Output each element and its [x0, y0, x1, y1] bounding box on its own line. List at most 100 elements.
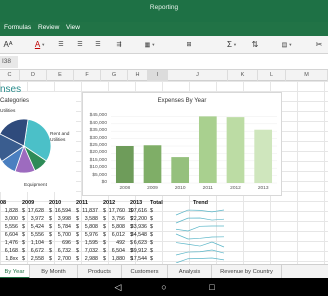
column-header-l[interactable]: L	[258, 70, 286, 81]
menu-view[interactable]: View	[66, 24, 80, 31]
trend-sparklines	[175, 209, 225, 263]
font-size-icon[interactable]: Aᴬ	[2, 39, 14, 51]
tab-by-month[interactable]: By Month	[30, 265, 78, 279]
column-header-m[interactable]: M	[286, 70, 328, 81]
table-header-2010: 2010	[49, 200, 62, 206]
column-headers: C D E F G H I J K L M	[0, 70, 328, 81]
table-cell[interactable]: 2,558	[31, 255, 44, 264]
table-header-2013: 2013	[130, 200, 143, 206]
insert-cells-icon[interactable]: ▤▼	[280, 39, 294, 51]
pie-chart[interactable]: Categories Utilities Rent and Utilities …	[0, 92, 76, 192]
pie-chart-plot	[0, 118, 52, 174]
cut-icon[interactable]: ✂	[312, 39, 326, 51]
sparkline	[175, 225, 224, 232]
number-format-icon[interactable]: ▦▼	[142, 39, 158, 51]
font-color-icon[interactable]: A▼	[32, 39, 48, 51]
menu-review[interactable]: Review	[38, 24, 59, 31]
pie-label-rent-utilities: Rent and Utilities	[50, 132, 70, 143]
x-tick-label: 2009	[147, 186, 158, 191]
wrap-text-icon[interactable]: ⇶	[112, 39, 126, 51]
name-box[interactable]: I38	[0, 56, 18, 68]
android-nav-bar: ◁ ○ □	[0, 278, 328, 296]
sort-icon[interactable]: ⇅	[248, 39, 262, 51]
table-cell[interactable]: 17,544	[131, 255, 147, 264]
x-tick-label: 2012	[230, 186, 241, 191]
bar-2012	[226, 117, 245, 183]
pie-chart-title: Categories	[0, 98, 30, 104]
x-tick-label: 2011	[202, 186, 213, 191]
column-header-g[interactable]: G	[101, 70, 128, 81]
window-title: Reporting	[149, 4, 179, 11]
column-header-k[interactable]: K	[228, 70, 258, 81]
currency-symbol: $	[76, 256, 79, 262]
y-tick-label: $25,000	[89, 143, 107, 148]
currency-symbol: $	[103, 256, 106, 262]
column-header-f[interactable]: F	[74, 70, 101, 81]
bar-2008	[115, 146, 134, 183]
column-header-e[interactable]: E	[47, 70, 74, 81]
back-icon[interactable]: ◁	[110, 281, 126, 293]
table-row: 1,8xx 2,558 2,700 2,988 1,880 17,544 $ $ $ $ $ $	[0, 255, 328, 264]
table-header-2011: 2011	[76, 200, 88, 206]
formula-bar: I38	[0, 54, 328, 70]
tab-products[interactable]: Products	[78, 265, 122, 279]
column-header-i[interactable]: I	[148, 70, 168, 81]
bar-2009	[143, 145, 162, 183]
currency-symbol: $	[130, 256, 133, 262]
borders-icon[interactable]: ⊞	[182, 39, 196, 51]
x-tick-label: 2008	[119, 186, 131, 191]
y-tick-label: $10,000	[89, 165, 107, 171]
menu-formulas[interactable]: Formulas	[4, 24, 31, 31]
menu-bar: Formulas Review View	[0, 22, 328, 36]
sparkline	[175, 209, 225, 216]
pie-label-equipment: Equipment	[24, 183, 47, 188]
autosum-icon[interactable]: Σ▼	[224, 39, 240, 51]
currency-symbol: $	[49, 256, 52, 262]
column-header-c[interactable]: C	[0, 70, 20, 81]
y-tick-label: $45,000	[89, 113, 107, 119]
table-header-2008: 08	[0, 200, 7, 206]
table-cell[interactable]: 2,988	[85, 255, 98, 264]
recents-icon[interactable]: □	[204, 281, 220, 293]
sheet-tabs: By Year By Month Products Customers Anal…	[0, 264, 328, 279]
align-center-icon[interactable]: ☰	[74, 39, 86, 51]
pie-label-utilities: Utilities	[0, 109, 16, 114]
bar-chart-plot	[111, 116, 277, 184]
table-header-2009: 2009	[22, 200, 35, 206]
table-header-2012: 2012	[103, 200, 116, 206]
sparkline	[175, 233, 225, 240]
tab-revenue-by-country[interactable]: Revenue by Country	[212, 265, 282, 279]
tab-by-year[interactable]: By Year	[0, 265, 30, 279]
y-tick-label: $15,000	[89, 157, 107, 163]
title-bar: Reporting	[0, 0, 328, 22]
table-header-total: Total	[150, 200, 163, 206]
bar-2011	[198, 116, 217, 183]
y-tick-label: $5,000	[92, 172, 107, 178]
column-header-h[interactable]: H	[128, 70, 148, 81]
x-tick-label: 2010	[174, 186, 186, 191]
y-tick-label: $20,000	[89, 150, 107, 156]
tab-customers[interactable]: Customers	[122, 265, 168, 279]
excel-window: Reporting Formulas Review View Aᴬ A▼ ☰ ☰…	[0, 0, 328, 296]
table-cell[interactable]: 1,880	[112, 255, 125, 264]
column-header-j[interactable]: J	[168, 70, 228, 81]
currency-symbol: $	[22, 256, 25, 262]
y-tick-label: $30,000	[89, 135, 107, 141]
align-left-icon[interactable]: ☰	[56, 39, 66, 51]
bar-2013	[254, 129, 273, 183]
bar-chart[interactable]: Expenses By Year $0 $5,000 $10,000 $15,000 $…	[82, 92, 282, 196]
x-tick-label: 2013	[257, 186, 269, 191]
table-cell[interactable]: 2,700	[58, 255, 71, 264]
tab-analysis[interactable]: Analysis	[168, 265, 212, 279]
table-cell[interactable]: 1,8xx	[5, 255, 18, 264]
ribbon-toolbar: Aᴬ A▼ ☰ ☰ ☰ ⇶ ▦▼ ⊞ Σ▼ ⇅ ▤▼ ✂	[0, 36, 328, 54]
y-tick-label: $0	[101, 180, 107, 185]
sparkline	[175, 241, 225, 248]
currency-symbol: $	[150, 256, 153, 262]
table-header-trend: Trend	[193, 200, 208, 206]
home-icon[interactable]: ○	[156, 281, 172, 293]
sparkline	[175, 217, 225, 224]
column-header-d[interactable]: D	[20, 70, 47, 81]
align-right-icon[interactable]: ☰	[92, 39, 104, 51]
sparkline	[175, 249, 225, 256]
